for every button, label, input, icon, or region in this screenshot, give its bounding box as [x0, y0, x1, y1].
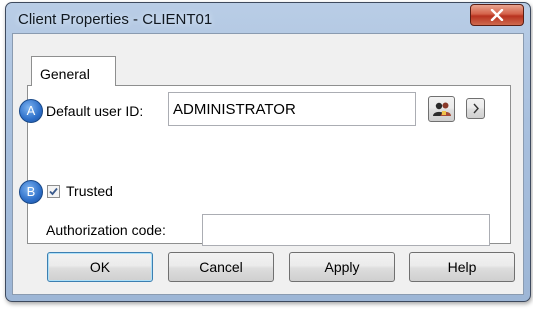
authorization-label: Authorization code: [46, 222, 166, 238]
trusted-label: Trusted [66, 183, 113, 199]
authorization-code-field[interactable] [202, 214, 490, 246]
general-panel: A Default user ID: B [19, 85, 511, 246]
default-user-label: Default user ID: [46, 103, 144, 119]
callout-badge-a: A [19, 99, 43, 123]
checkmark-icon [49, 187, 58, 196]
chevron-right-icon [472, 103, 479, 114]
dialog-body: General A Default user ID: ADMINISTRATOR… [12, 33, 524, 295]
apply-button[interactable]: Apply [289, 252, 395, 282]
dialog-window: Client Properties - CLIENT01 General A D… [5, 2, 531, 302]
trusted-checkbox[interactable] [47, 185, 60, 198]
more-button[interactable] [466, 98, 485, 119]
title-bar[interactable]: Client Properties - CLIENT01 [6, 3, 530, 35]
close-icon [490, 9, 504, 21]
window-title: Client Properties - CLIENT01 [18, 11, 213, 28]
callout-badge-b: B [19, 180, 43, 204]
default-user-field[interactable] [168, 92, 416, 126]
users-icon [432, 102, 451, 116]
browse-users-button[interactable] [428, 96, 455, 122]
close-button[interactable] [470, 4, 524, 26]
tab-general[interactable]: General [31, 56, 116, 86]
ok-button[interactable]: OK [47, 252, 153, 282]
help-button[interactable]: Help [409, 252, 515, 282]
cancel-button[interactable]: Cancel [168, 252, 274, 282]
